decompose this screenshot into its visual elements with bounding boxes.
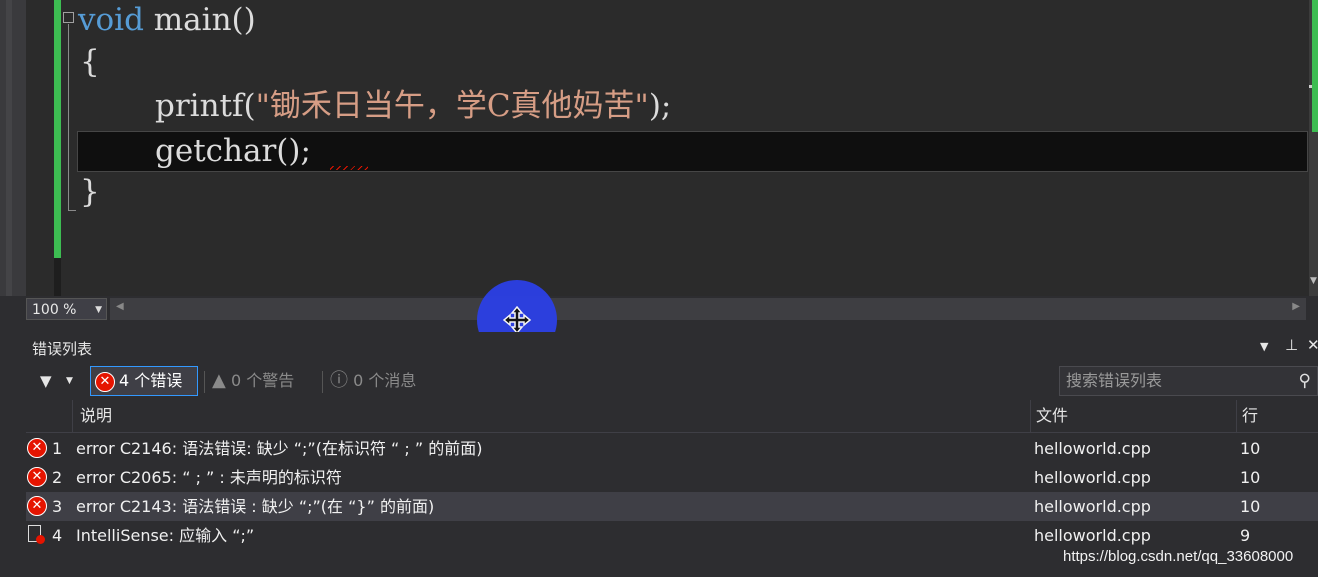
close-icon[interactable]: ✕ [1307, 336, 1318, 354]
code-line-1[interactable]: void main() [78, 0, 256, 40]
row-number: 2 [52, 468, 63, 487]
code-line-3[interactable]: printf("锄禾日当午，学C真他妈苦"); [155, 86, 671, 126]
row-file: helloworld.cpp [1034, 497, 1151, 516]
row-file: helloworld.cpp [1034, 468, 1151, 487]
table-row-selected[interactable]: ✕ 3 error C2143: 语法错误 : 缺少 “;”(在 “}” 的前面… [26, 492, 1318, 521]
errors-count-label: 4 个错误 [119, 371, 183, 390]
error-icon: ✕ [95, 371, 115, 392]
toolbar-divider [204, 371, 205, 393]
panel-titlebar: 错误列表 ▼ ⊥ ✕ [26, 332, 1318, 362]
column-description[interactable]: 说明 [80, 400, 112, 432]
vertical-scrollbar[interactable]: ▼ [1309, 0, 1318, 296]
row-number: 4 [52, 526, 63, 545]
chevron-down-icon[interactable]: ▼ [66, 366, 73, 396]
row-line: 10 [1240, 439, 1261, 458]
code-text: main() [143, 2, 256, 38]
code-line-4[interactable]: getchar(); [155, 131, 311, 171]
keyword-void: void [78, 2, 144, 38]
panel-dropdown-icon[interactable]: ▼ [1260, 340, 1268, 353]
fold-guide [68, 24, 69, 210]
watermark: https://blog.csdn.net/qq_33608000 [1063, 548, 1294, 565]
error-icon: ✕ [27, 467, 47, 487]
horizontal-scrollbar[interactable]: ◀ ▶ [110, 298, 1306, 320]
error-icon: ✕ [27, 496, 47, 516]
messages-count-label: 0 个消息 [353, 371, 417, 390]
column-line[interactable]: 行 [1242, 400, 1258, 432]
error-icon: ✕ [27, 438, 47, 458]
search-icon[interactable]: ⚲ [1299, 367, 1311, 395]
fold-guide-end [68, 210, 76, 211]
collapse-toggle-icon[interactable]: ⊟ [63, 12, 74, 23]
table-header: 说明 文件 行 [26, 400, 1318, 433]
scroll-right-icon[interactable]: ▶ [1292, 301, 1300, 312]
code-text: ); [648, 88, 672, 124]
row-file: helloworld.cpp [1034, 526, 1151, 545]
row-number: 3 [52, 497, 63, 516]
column-file[interactable]: 文件 [1036, 400, 1068, 432]
search-input[interactable]: 搜索错误列表 ⚲ [1059, 366, 1318, 396]
chevron-down-icon[interactable]: ▼ [95, 299, 102, 321]
error-list-panel: 错误列表 ▼ ⊥ ✕ ▼ ▼ ✕ 4 个错误 ▲ 0 个警告 ⓘ 0 个消息 搜索… [26, 332, 1318, 577]
warnings-filter-button[interactable]: ▲ 0 个警告 [212, 366, 294, 396]
error-squiggle [330, 166, 368, 170]
search-placeholder: 搜索错误列表 [1066, 371, 1163, 390]
table-row[interactable]: ✕ 2 error C2065: “ ; ” : 未声明的标识符 hellowo… [26, 463, 1318, 492]
row-description: error C2065: “ ; ” : 未声明的标识符 [76, 468, 342, 487]
row-file: helloworld.cpp [1034, 439, 1151, 458]
errors-filter-button[interactable]: ✕ 4 个错误 [90, 366, 198, 396]
row-line: 10 [1240, 468, 1261, 487]
editor-left-margin [0, 0, 26, 296]
warning-icon: ▲ [212, 370, 226, 391]
zoom-dropdown[interactable]: 100 % ▼ [26, 298, 107, 320]
info-icon: ⓘ [330, 370, 348, 391]
warnings-count-label: 0 个警告 [230, 371, 295, 390]
table-row[interactable]: ✕ 1 error C2146: 语法错误: 缺少 “;”(在标识符 “ ; ”… [26, 434, 1318, 463]
intellisense-document-icon [28, 525, 45, 544]
string-literal: "锄禾日当午，学C真他妈苦" [255, 88, 649, 124]
row-description: IntelliSense: 应输入 “;” [76, 526, 255, 545]
row-number: 1 [52, 439, 63, 458]
row-line: 10 [1240, 497, 1261, 516]
editor-bottom-bar: 100 % ▼ ◀ ▶ [0, 296, 1318, 325]
table-row[interactable]: 4 IntelliSense: 应输入 “;” helloworld.cpp 9 [26, 521, 1318, 550]
move-cursor-icon [502, 305, 532, 335]
row-line: 9 [1240, 526, 1251, 545]
filter-icon[interactable]: ▼ [40, 366, 52, 396]
code-line-5[interactable]: } [80, 172, 100, 212]
code-editor[interactable]: ▼ ⊟ void main() { printf("锄禾日当午，学C真他妈苦")… [0, 0, 1318, 296]
editor-gutter [26, 0, 54, 296]
error-list-toolbar: ▼ ▼ ✕ 4 个错误 ▲ 0 个警告 ⓘ 0 个消息 搜索错误列表 ⚲ [26, 365, 1318, 398]
code-text: printf( [155, 88, 256, 124]
messages-filter-button[interactable]: ⓘ 0 个消息 [330, 366, 416, 396]
scroll-left-icon[interactable]: ◀ [116, 301, 124, 312]
row-description: error C2146: 语法错误: 缺少 “;”(在标识符 “ ; ” 的前面… [76, 439, 483, 458]
toolbar-divider [322, 371, 323, 393]
code-line-2[interactable]: { [80, 42, 100, 82]
row-description: error C2143: 语法错误 : 缺少 “;”(在 “}” 的前面) [76, 497, 435, 516]
zoom-value: 100 % [32, 302, 77, 318]
change-tracking-bar [54, 0, 61, 258]
pin-icon[interactable]: ⊥ [1285, 336, 1298, 354]
panel-title: 错误列表 [32, 340, 93, 358]
